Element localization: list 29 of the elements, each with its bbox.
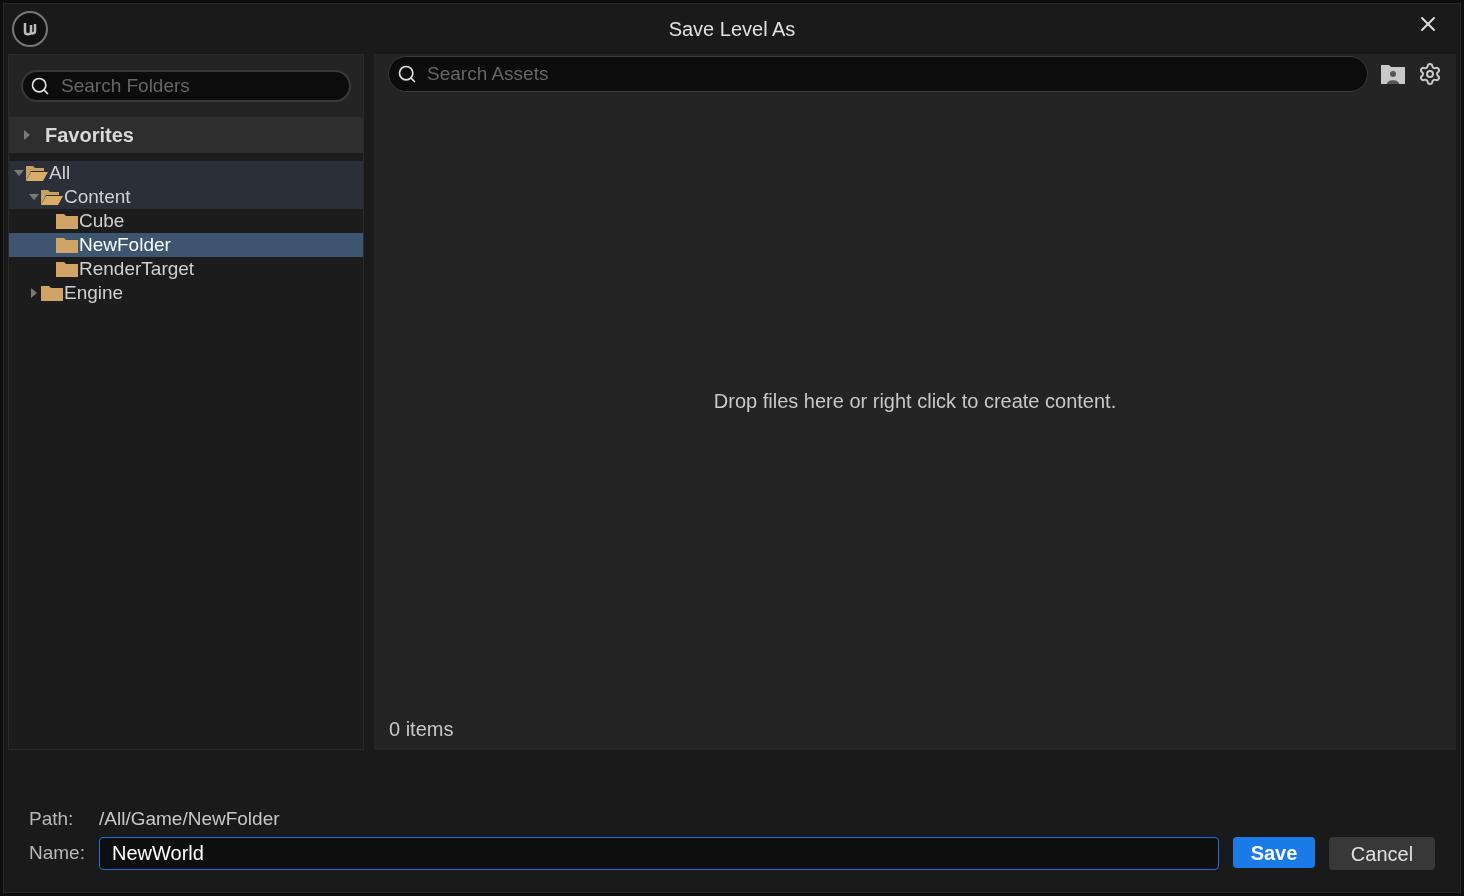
item-count: 0 items [389, 717, 454, 742]
folder-search-field[interactable]: Search Folders [21, 70, 351, 102]
asset-search-field[interactable]: Search Assets [388, 56, 1368, 92]
cancel-button[interactable]: Cancel [1329, 837, 1435, 870]
folder-person-icon[interactable] [1380, 63, 1406, 85]
folder-icon [55, 260, 79, 278]
name-input-field[interactable]: NewWorld [99, 837, 1219, 870]
open-folder-icon [40, 188, 64, 206]
folder-tree-item[interactable]: Content [9, 185, 363, 209]
path-label: Path: [29, 806, 75, 831]
open-folder-icon [25, 164, 49, 182]
logo-icon [12, 11, 48, 47]
folder-icon [40, 284, 64, 302]
name-label: Name: [29, 841, 86, 866]
folder-icon [55, 212, 79, 230]
folder-tree-item[interactable]: RenderTarget [9, 257, 363, 281]
settings-icon[interactable] [1418, 62, 1442, 86]
empty-message: Drop files here or right click to create content. [713, 389, 1117, 414]
folder-tree-item[interactable]: NewFolder [9, 233, 363, 257]
folder-tree-item[interactable]: Cube [9, 209, 363, 233]
path-value: /All/Game/NewFolder [99, 806, 280, 831]
search-icon [397, 64, 417, 84]
window-title: Save Level As [668, 17, 796, 42]
search-icon [30, 76, 50, 96]
favorites-header[interactable]: Favorites [9, 117, 363, 153]
save-button[interactable]: Save [1233, 837, 1315, 868]
folder-tree-item[interactable]: All [9, 161, 363, 185]
folder-icon [55, 236, 79, 254]
folder-tree-item[interactable]: Engine [9, 281, 363, 305]
